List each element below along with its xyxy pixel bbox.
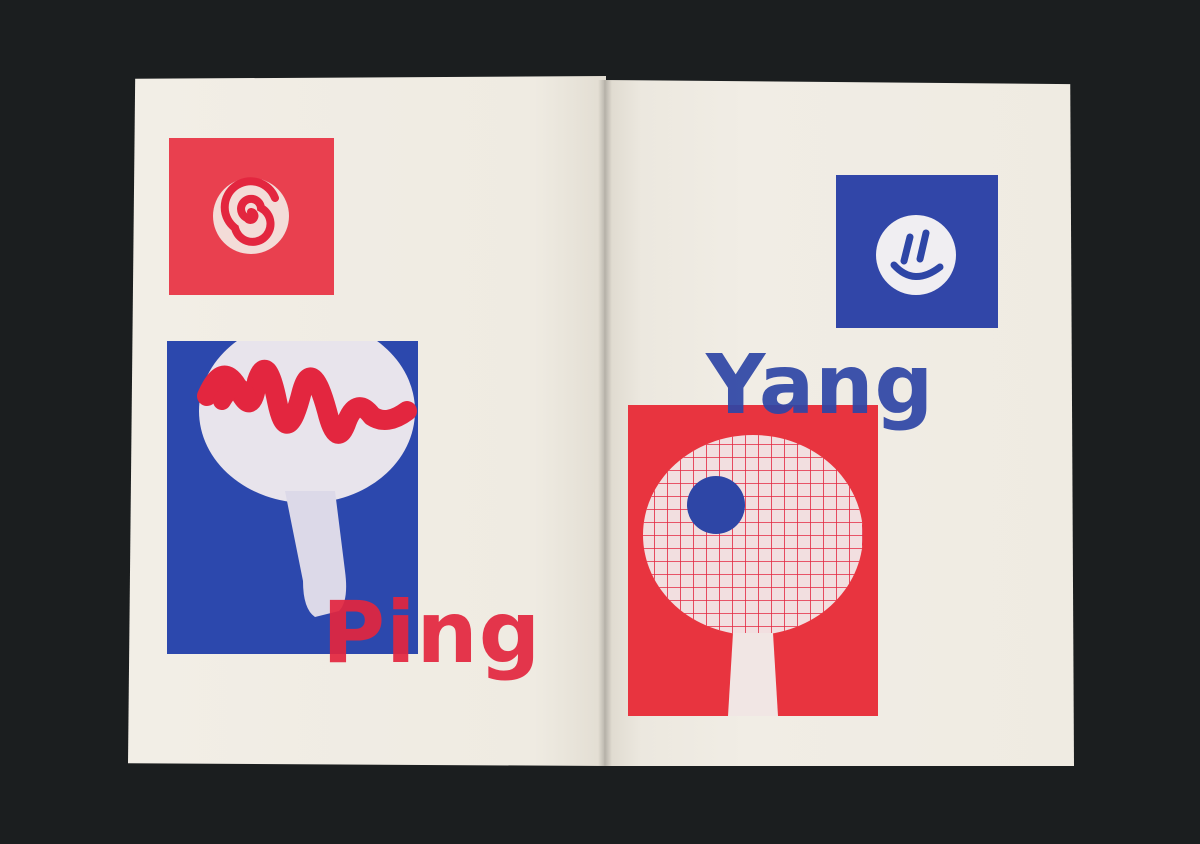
magazine-spread: Ping Yang [0,0,1200,844]
smiley-ball-icon [836,175,998,328]
paddle-with-grid-icon [628,405,878,716]
spine-shadow [598,80,612,766]
ping-word: Ping [322,583,542,683]
spiral-ball-icon [169,138,334,295]
yang-word: Yang [706,338,935,433]
